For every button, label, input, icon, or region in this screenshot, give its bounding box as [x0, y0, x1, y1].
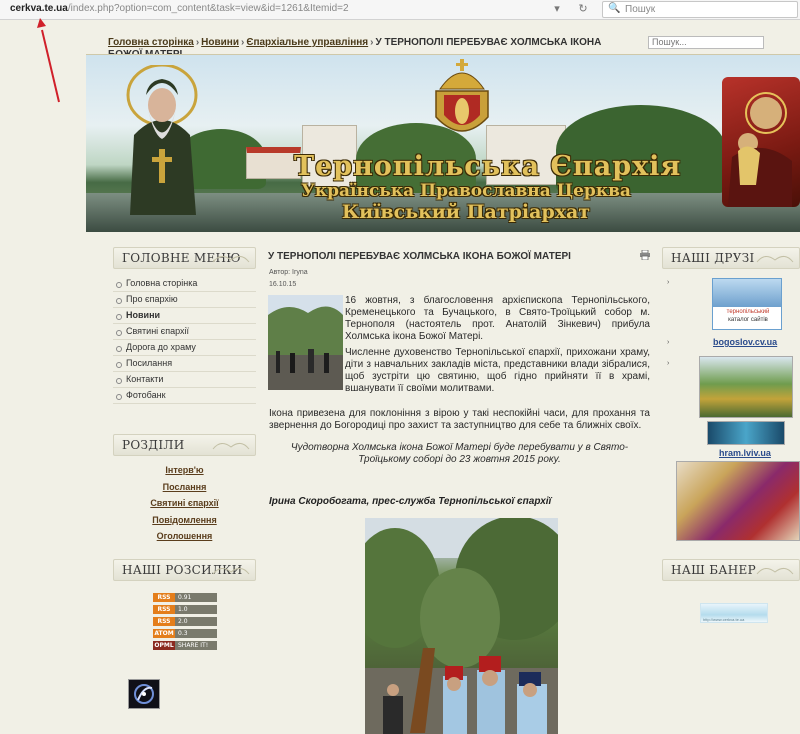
rss-20-button[interactable]: RSS 2.0	[153, 617, 217, 626]
our-banner-header: НАШ БАНЕР	[662, 559, 800, 581]
feed-buttons: RSS 0.91 RSS 1.0 RSS 2.0 ATOM 0.3 OPML SHARE …	[153, 593, 217, 653]
rss-091-button[interactable]: RSS 0.91	[153, 593, 217, 602]
menu-item-shrines[interactable]: Святині єпархії	[113, 324, 256, 340]
friend-banner-hram[interactable]	[707, 421, 785, 445]
article-date: 16.10.15	[269, 281, 297, 288]
banner-subtitle: Київський Патріархат	[341, 201, 591, 223]
menu-item-photobank[interactable]: Фотобанк	[113, 388, 256, 404]
banner-subtitle: Українська Православна Церква	[301, 181, 631, 201]
menu-item-road[interactable]: Дорога до храму	[113, 340, 256, 356]
theotokos-icon	[722, 77, 800, 207]
menu-item-about[interactable]: Про єпархію	[113, 292, 256, 308]
reload-icon[interactable]: ↻	[574, 1, 592, 17]
bullet-icon: ›	[667, 360, 670, 367]
monk-icon	[126, 65, 198, 215]
browser-search-input[interactable]: 🔍 Пошук	[602, 1, 798, 18]
friend-link[interactable]: bogoslov.cv.ua	[713, 337, 777, 347]
section-link[interactable]: Повідомлення	[113, 512, 256, 529]
diocese-emblem-icon	[435, 59, 489, 132]
menu-item-contacts[interactable]: Контакти	[113, 372, 256, 388]
menu-item-links[interactable]: Посилання	[113, 356, 256, 372]
banner-title: Тернопільська Єпархія	[294, 151, 682, 182]
bullet-icon: ›	[667, 339, 670, 346]
section-link[interactable]: Святині єпархії	[113, 495, 256, 512]
article-author: Автор: Iryna	[269, 269, 308, 276]
sections-list: Інтерв'ю Послання Святині єпархії Повідо…	[113, 462, 256, 545]
sections-header: РОЗДІЛИ	[113, 434, 256, 456]
site-search-input[interactable]: Пошук...	[648, 36, 764, 49]
print-icon[interactable]	[640, 250, 650, 260]
section-link[interactable]: Інтерв'ю	[113, 462, 256, 479]
bullet-icon: ›	[667, 279, 670, 286]
red-arrow-annotation	[37, 18, 60, 103]
menu-item-news[interactable]: Новини	[113, 308, 256, 324]
url-field[interactable]: cerkva.te.ua/index.php?option=com_conten…	[10, 3, 349, 14]
feeds-header: НАШІ РОЗСИЛКИ	[113, 559, 256, 581]
article-photo[interactable]	[365, 518, 558, 734]
article-paragraph: 16 жовтня, з благословення архієпископа …	[345, 295, 650, 342]
friends-header: НАШІ ДРУЗІ	[662, 247, 800, 269]
main-menu: Головна сторінка Про єпархію Новини Свят…	[113, 276, 256, 404]
browser-address-bar[interactable]: cerkva.te.ua/index.php?option=com_conten…	[0, 0, 800, 20]
article-thumbnail[interactable]	[268, 295, 343, 390]
search-icon: 🔍	[608, 3, 621, 14]
main-menu-header: ГОЛОВНЕ МЕНЮ	[113, 247, 256, 269]
dropdown-icon[interactable]: ▾	[548, 1, 566, 17]
article-signature: Ірина Скоробогата, прес-служба Тернопіль…	[269, 496, 552, 507]
site-banner-thumbnail[interactable]: http://www.cerkva.te.ua	[700, 603, 768, 623]
breadcrumb-link[interactable]: Новини	[201, 37, 239, 48]
menu-item-home[interactable]: Головна сторінка	[113, 276, 256, 292]
friend-banner-vestments[interactable]	[676, 461, 800, 541]
article-paragraph: Чудотворна Холмська ікона Божої Матері б…	[290, 442, 629, 465]
breadcrumb-link[interactable]: Єпархіальне управління	[246, 37, 368, 48]
friend-banner-church[interactable]	[699, 356, 793, 418]
joomla-logo-icon[interactable]	[128, 679, 160, 709]
article-paragraph: Ікона привезена для поклоніння з вірою у…	[269, 408, 650, 431]
article-paragraph: Численне духовенство Тернопільської єпар…	[345, 347, 650, 394]
section-link[interactable]: Послання	[113, 479, 256, 496]
rss-10-button[interactable]: RSS 1.0	[153, 605, 217, 614]
atom-button[interactable]: ATOM 0.3	[153, 629, 217, 638]
friend-link[interactable]: hram.lviv.ua	[719, 448, 771, 458]
article-title: У ТЕРНОПОЛІ ПЕРЕБУВАЄ ХОЛМСЬКА ІКОНА БОЖ…	[268, 251, 571, 262]
opml-button[interactable]: OPML SHARE IT!	[153, 641, 217, 650]
ternopil-catalog-banner[interactable]: тернопільський каталог сайтів	[712, 278, 782, 330]
section-link[interactable]: Оголошення	[113, 528, 256, 545]
breadcrumb-link[interactable]: Головна сторінка	[108, 37, 194, 48]
site-banner: Тернопільська Єпархія Українська Правосл…	[86, 54, 800, 232]
